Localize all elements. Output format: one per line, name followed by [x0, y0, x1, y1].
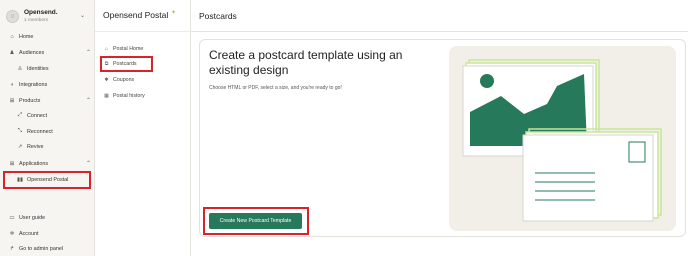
postal-nav-history[interactable]: ▦ Postal history: [103, 90, 145, 101]
sidebar-item-revive[interactable]: ↗ Revive: [16, 141, 44, 152]
sidebar-item-label: Identities: [27, 65, 49, 72]
users-icon: ♟: [9, 49, 15, 56]
sidebar-item-label: Audiences: [19, 49, 45, 56]
postal-nav-home[interactable]: ⌂ Postal Home: [103, 43, 143, 54]
page-title: Postcards: [199, 11, 237, 21]
postal-nav-coupons[interactable]: ✱ Coupons: [103, 74, 134, 85]
workspace-avatar: ○: [6, 9, 19, 23]
book-icon: ▭: [9, 214, 15, 221]
postal-nav-label: Postal history: [113, 92, 145, 99]
gear-icon: ✲: [9, 230, 15, 237]
revive-icon: ↗: [17, 143, 23, 150]
coupon-icon: ✱: [104, 76, 109, 83]
chevron-up-icon: ⌃: [86, 161, 92, 167]
home-icon: ⌂: [104, 45, 109, 52]
sidebar-item-identities[interactable]: ♙ Identities: [16, 63, 49, 74]
sidebar-item-admin-panel[interactable]: ↱ Go to admin panel: [8, 243, 63, 254]
sidebar-item-integrations[interactable]: ◖ Integrations: [8, 79, 47, 90]
highlight-postcards: [100, 56, 153, 72]
highlight-opensend-postal: [3, 171, 91, 189]
apps-icon: ⊞: [9, 160, 15, 167]
reconnect-icon: ⤡: [17, 128, 23, 134]
sidebar-item-label: Home: [19, 33, 34, 40]
postal-nav-label: Coupons: [113, 76, 135, 83]
chevron-down-icon: ⌄: [79, 13, 85, 19]
history-icon: ▦: [104, 92, 109, 99]
postal-nav-label: Postal Home: [113, 45, 144, 52]
postcard-graphic: [462, 59, 662, 222]
plug-icon: ◖: [10, 81, 14, 88]
sparkle-icon: ✦: [171, 10, 177, 16]
card-description: Choose HTML or PDF, select a size, and y…: [209, 85, 342, 91]
workspace-name: Opensend.: [24, 8, 58, 16]
sidebar-item-label: Revive: [27, 143, 44, 150]
sidebar-item-audiences[interactable]: ♟ Audiences ⌃: [8, 47, 92, 58]
sidebar-item-label: Go to admin panel: [19, 245, 64, 252]
postal-sidebar: Opensend Postal ✦ ⌂ Postal Home ⧉ Postca…: [95, 0, 191, 256]
sidebar-item-connect[interactable]: ⤢ Connect: [16, 110, 47, 121]
sidebar-item-home[interactable]: ⌂ Home: [8, 31, 33, 42]
sidebar-item-products[interactable]: ⊞ Products ⌃: [8, 95, 92, 106]
chevron-up-icon: ⌃: [86, 50, 92, 56]
sidebar-item-label: Connect: [27, 112, 48, 119]
sidebar-item-applications[interactable]: ⊞ Applications ⌃: [8, 158, 92, 169]
sidebar-item-label: Reconnect: [27, 128, 53, 135]
user-icon: ♙: [17, 65, 23, 72]
main-sidebar: ○ Opensend. 1 members ⌄ ⌂ Home ♟ Audienc…: [0, 0, 95, 256]
workspace-members: 1 members: [24, 17, 48, 23]
divider: [95, 31, 191, 32]
sidebar-item-label: Integrations: [19, 81, 48, 88]
postcard-illustration: [449, 46, 676, 231]
sidebar-item-label: User guide: [19, 214, 46, 221]
sidebar-item-reconnect[interactable]: ⤡ Reconnect: [16, 126, 53, 137]
sidebar-item-label: Account: [19, 230, 39, 237]
chevron-up-icon: ⌃: [86, 98, 92, 104]
grid-icon: ⊞: [9, 97, 15, 104]
workspace-switcher[interactable]: ○ Opensend. 1 members ⌄: [6, 6, 90, 26]
highlight-create-button: [203, 207, 309, 235]
sidebar-item-label: Applications: [19, 160, 49, 167]
sidebar-item-account[interactable]: ✲ Account: [8, 228, 39, 239]
admin-icon: ↱: [9, 245, 15, 252]
home-icon: ⌂: [10, 33, 14, 40]
page-header: Postcards: [191, 0, 688, 32]
connect-icon: ⤢: [17, 112, 23, 118]
sidebar-item-user-guide[interactable]: ▭ User guide: [8, 212, 45, 223]
postal-title: Opensend Postal: [103, 10, 169, 20]
sidebar-item-label: Products: [19, 97, 41, 104]
card-title: Create a postcard template using an exis…: [209, 48, 403, 77]
